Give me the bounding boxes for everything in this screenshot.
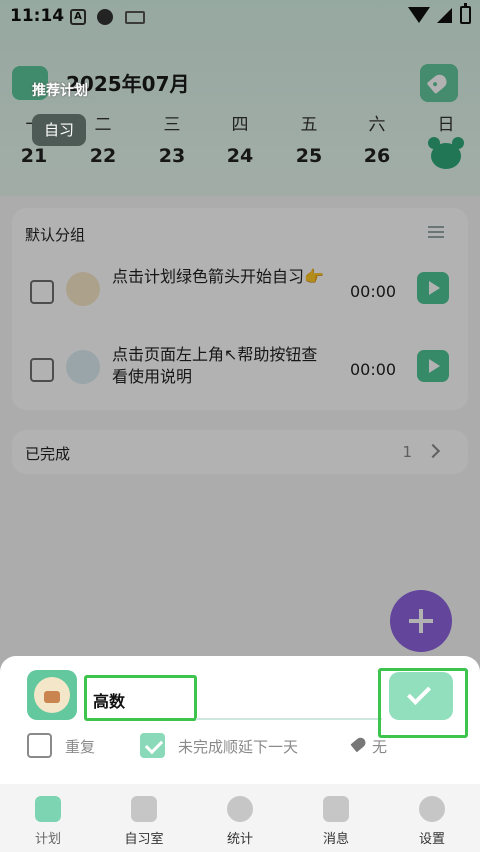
clock-icon: [35, 796, 61, 822]
input-underline: [196, 718, 382, 720]
plan-name-input[interactable]: 高数: [84, 675, 197, 721]
nav-messages[interactable]: 消息: [288, 784, 384, 852]
repeat-label: 重复: [65, 738, 96, 756]
nav-plan[interactable]: 计划: [0, 784, 96, 852]
nav-study-room[interactable]: 自习室: [96, 784, 192, 852]
postpone-label: 未完成顺延下一天: [178, 738, 299, 756]
tag-value[interactable]: 无: [372, 736, 387, 757]
repeat-checkbox[interactable]: [27, 733, 52, 758]
nav-label: 消息: [322, 832, 349, 847]
confirm-button[interactable]: [389, 672, 453, 720]
add-plan-sheet: 高数 重复 未完成顺延下一天 无: [0, 656, 480, 784]
nav-stats[interactable]: 统计: [192, 784, 288, 852]
nav-label: 统计: [226, 832, 253, 847]
nav-label: 设置: [418, 832, 445, 847]
plan-avatar-button[interactable]: [27, 670, 77, 720]
bear-icon: [419, 796, 445, 822]
bottom-nav: 计划 自习室 统计 消息 设置: [0, 784, 480, 852]
tag-icon[interactable]: [350, 735, 368, 753]
nav-settings[interactable]: 设置: [384, 784, 480, 852]
bookmark-icon: [131, 796, 157, 822]
nav-label: 自习室: [124, 832, 164, 847]
study-tip-bubble: 自习: [32, 114, 86, 146]
pie-chart-icon: [227, 796, 253, 822]
postpone-checkbox[interactable]: [140, 733, 165, 758]
check-icon: [406, 680, 432, 706]
chat-bubbles-icon: [323, 796, 349, 822]
study-desk-icon: [34, 677, 70, 713]
nav-label: 计划: [34, 832, 61, 847]
plan-tip-label: 推荐计划: [32, 83, 88, 99]
